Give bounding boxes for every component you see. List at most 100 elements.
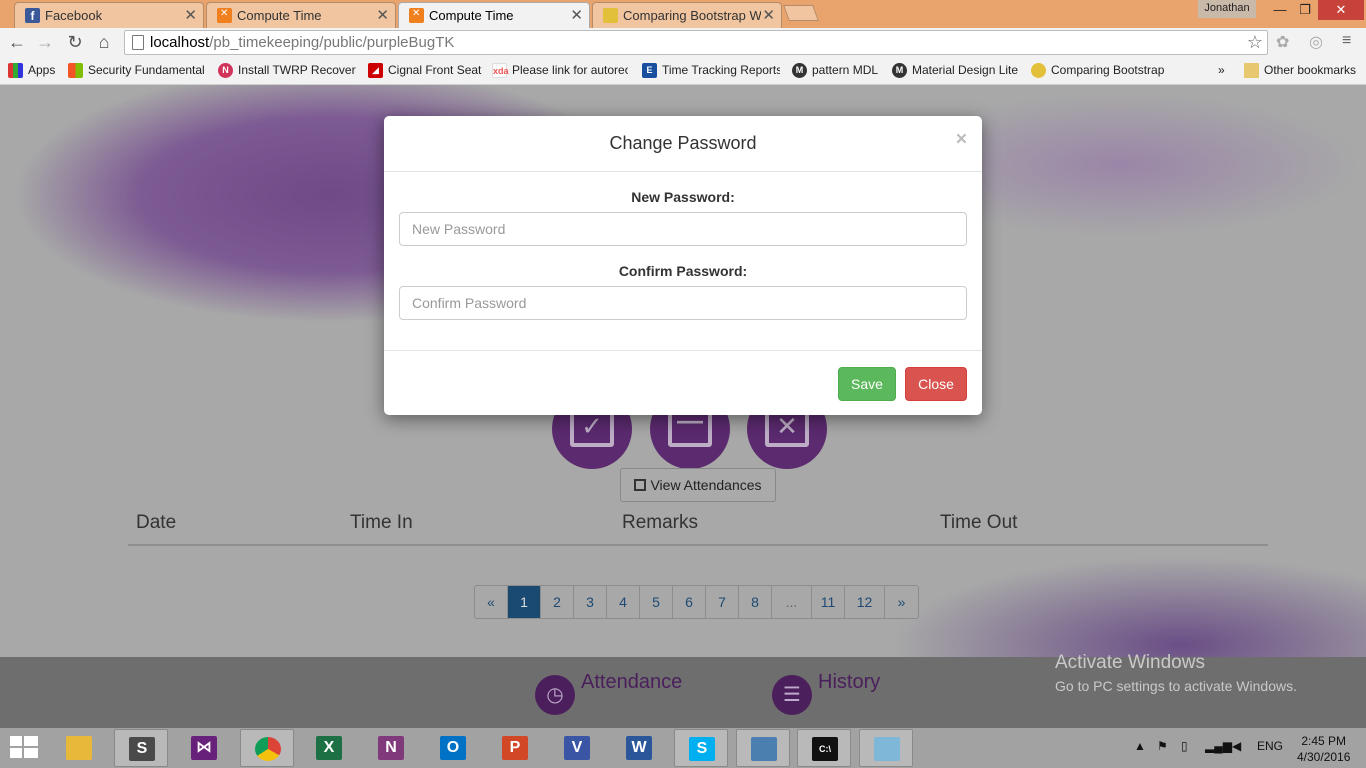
other-bookmarks-folder[interactable]: Other bookmarks xyxy=(1244,63,1364,80)
taskbar-app-5[interactable]: N xyxy=(364,729,418,767)
taskbar-app-3[interactable] xyxy=(240,729,294,767)
tab-close-icon[interactable]: ✕ xyxy=(570,6,583,24)
pagination-page-6[interactable]: 6 xyxy=(673,586,706,618)
tab-compute-time-1[interactable]: Compute Time ✕ xyxy=(206,2,396,28)
tab-title: Comparing Bootstrap With xyxy=(623,8,761,23)
confirm-password-label: Confirm Password: xyxy=(618,263,748,279)
home-icon[interactable]: ⌂ xyxy=(93,31,115,53)
tab-close-icon[interactable]: ✕ xyxy=(376,6,389,24)
taskbar-app-0[interactable] xyxy=(52,729,106,767)
bookmark-star-icon[interactable]: ☆ xyxy=(1247,32,1263,53)
pagination-page-11[interactable]: 11 xyxy=(812,586,845,618)
tab-facebook[interactable]: f Facebook ✕ xyxy=(14,2,204,28)
pagination-page-2[interactable]: 2 xyxy=(541,586,574,618)
list-icon[interactable]: ☰ xyxy=(772,675,812,715)
m-icon: M xyxy=(892,63,907,78)
address-bar[interactable]: localhost/pb_timekeeping/public/purpleBu… xyxy=(124,30,1268,55)
pagination-page-3[interactable]: 3 xyxy=(574,586,607,618)
bookmark-comparing-bootstrap[interactable]: Comparing Bootstrap xyxy=(1031,63,1167,80)
folder-icon xyxy=(1244,63,1259,78)
pagination-page-4[interactable]: 4 xyxy=(607,586,640,618)
table-divider xyxy=(128,544,1268,546)
restore-icon[interactable]: ❐ xyxy=(1293,0,1317,20)
bookmark-install-twrp[interactable]: N Install TWRP Recovery xyxy=(218,63,356,80)
back-icon[interactable]: ← xyxy=(6,31,28,53)
clock-icon[interactable]: ◷ xyxy=(535,675,575,715)
tab-title: Facebook xyxy=(45,8,103,23)
modal-footer: Save Close xyxy=(384,350,982,415)
pagination-page-8[interactable]: 8 xyxy=(739,586,772,618)
tab-close-icon[interactable]: ✕ xyxy=(762,6,775,24)
bookmark-security-fundamentals[interactable]: Security Fundamentals xyxy=(68,63,204,80)
sublime-text-icon: S xyxy=(129,737,155,761)
more-bookmarks-chevron-icon[interactable]: » xyxy=(1200,63,1230,80)
xampp-icon xyxy=(409,8,424,23)
volume-icon[interactable]: ◀ xyxy=(1232,739,1241,753)
taskbar-app-2[interactable]: ⋈ xyxy=(177,729,231,767)
pagination-prev[interactable]: « xyxy=(475,586,508,618)
taskbar-app-4[interactable]: X xyxy=(302,729,356,767)
modal-close-icon[interactable]: × xyxy=(956,129,967,151)
taskbar-app-8[interactable]: V xyxy=(550,729,604,767)
tab-close-icon[interactable]: ✕ xyxy=(184,6,197,24)
cignal-icon: ◢ xyxy=(368,63,383,78)
new-password-input[interactable] xyxy=(399,212,967,246)
windows-start-icon[interactable] xyxy=(10,736,38,760)
watermark-subtitle: Go to PC settings to activate Windows. xyxy=(1055,678,1297,694)
window-close-icon[interactable]: ✕ xyxy=(1318,0,1364,20)
reload-icon[interactable]: ↻ xyxy=(64,31,86,53)
bookmark-material-design-lite[interactable]: M Material Design Lite xyxy=(892,63,1022,80)
excel-icon: X xyxy=(316,736,342,760)
forward-icon[interactable]: → xyxy=(34,31,56,53)
confirm-password-input[interactable] xyxy=(399,286,967,320)
new-tab-button[interactable] xyxy=(783,5,819,21)
tab-compute-time-active[interactable]: Compute Time ✕ xyxy=(398,2,590,29)
column-header-time-in: Time In xyxy=(350,512,413,533)
pagination-page-1[interactable]: 1 xyxy=(508,586,541,618)
bookmark-pattern-mdl[interactable]: Mpattern MDL xyxy=(792,63,884,80)
taskbar-app-7[interactable]: P xyxy=(488,729,542,767)
chrome-icon xyxy=(255,737,281,761)
pagination-next[interactable]: » xyxy=(885,586,918,618)
photos-icon xyxy=(751,737,777,761)
pagination-page-7[interactable]: 7 xyxy=(706,586,739,618)
column-header-time-out: Time Out xyxy=(940,512,1018,533)
wifi-signal-icon[interactable]: ▂▄▆ xyxy=(1205,739,1232,753)
footer-attendance-link[interactable]: Attendance xyxy=(581,671,682,694)
tab-comparing-bootstrap[interactable]: Comparing Bootstrap With ✕ xyxy=(592,2,782,28)
action-center-flag-icon[interactable]: ⚑ xyxy=(1157,739,1168,753)
minimize-icon[interactable]: — xyxy=(1267,0,1293,20)
system-clock[interactable]: 2:45 PM 4/30/2016 xyxy=(1297,733,1350,765)
pagination-page-5[interactable]: 5 xyxy=(640,586,673,618)
taskbar-app-9[interactable]: W xyxy=(612,729,666,767)
bookmark-time-tracking[interactable]: E Time Tracking Reports xyxy=(642,63,780,80)
view-attendances-button[interactable]: View Attendances xyxy=(620,468,776,502)
taskbar-app-1[interactable]: S xyxy=(114,729,168,767)
e-icon: E xyxy=(642,63,657,78)
close-button[interactable]: Close xyxy=(905,367,967,401)
column-header-date: Date xyxy=(136,512,177,533)
taskbar-app-13[interactable] xyxy=(859,729,913,767)
windows-taskbar: S ⋈ X N O P V W S C:\ ▲ ⚑ ▯ ▂▄▆ ◀ ENG 2:45 PM 4/3… xyxy=(0,728,1366,768)
taskbar-app-10[interactable]: S xyxy=(674,729,728,767)
taskbar-app-12[interactable]: C:\ xyxy=(797,729,851,767)
extension-icon[interactable]: ◎ xyxy=(1309,32,1323,52)
skype-icon: S xyxy=(689,737,715,761)
language-indicator[interactable]: ENG xyxy=(1257,739,1283,753)
bookmark-cignal-front-seat[interactable]: ◢ Cignal Front Seat xyxy=(368,63,482,80)
view-attendances-label: View Attendances xyxy=(650,477,762,493)
bookmark-please-link[interactable]: xda Please link for autoreo xyxy=(492,63,628,80)
profile-button[interactable]: Jonathan xyxy=(1198,0,1256,18)
apps-grid-icon xyxy=(8,63,23,78)
url-path: /pb_timekeeping/public/purpleBugTK xyxy=(209,34,455,51)
battery-icon[interactable]: ▯ xyxy=(1181,739,1188,753)
footer-history-link[interactable]: History xyxy=(818,671,880,694)
menu-icon[interactable]: ≡ xyxy=(1342,32,1351,50)
extension-icon[interactable]: ✿ xyxy=(1276,32,1289,52)
pagination-page-12[interactable]: 12 xyxy=(845,586,885,618)
save-button[interactable]: Save xyxy=(838,367,896,401)
show-hidden-icons-icon[interactable]: ▲ xyxy=(1134,739,1146,753)
taskbar-app-11[interactable] xyxy=(736,729,790,767)
taskbar-app-6[interactable]: O xyxy=(426,729,480,767)
bookmark-apps[interactable]: Apps xyxy=(8,63,60,80)
